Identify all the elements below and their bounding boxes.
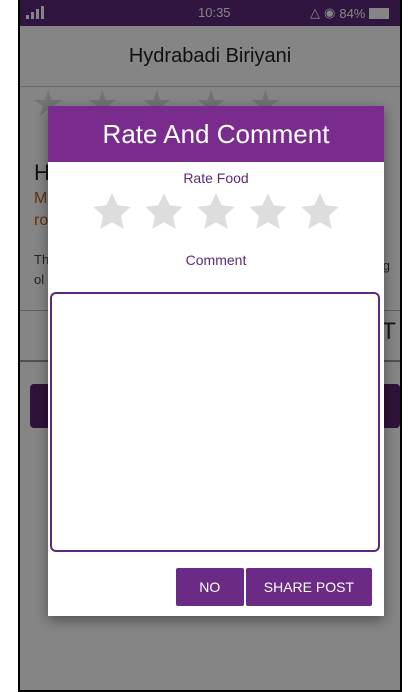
device-frame-right bbox=[400, 0, 408, 692]
phone-screen: 10:35 △ ◉ 84% Hydrabadi Biriyani ★ ★ ★ ★… bbox=[20, 0, 400, 690]
rate-comment-dialog: Rate And Comment Rate Food Comment NO SH… bbox=[48, 106, 384, 616]
comment-label: Comment bbox=[185, 252, 247, 268]
rating-star-3[interactable] bbox=[194, 190, 238, 234]
device-frame-left bbox=[0, 0, 20, 692]
no-button[interactable]: NO bbox=[175, 568, 244, 606]
rating-star-2[interactable] bbox=[142, 190, 186, 234]
share-post-button[interactable]: SHARE POST bbox=[245, 568, 372, 606]
dialog-actions: NO SHARE POST bbox=[175, 568, 372, 606]
rating-star-4[interactable] bbox=[246, 190, 290, 234]
rating-stars bbox=[48, 190, 384, 234]
rating-star-5[interactable] bbox=[298, 190, 342, 234]
comment-input[interactable] bbox=[50, 292, 380, 552]
rating-star-1[interactable] bbox=[90, 190, 134, 234]
dialog-title: Rate And Comment bbox=[48, 106, 384, 162]
rate-food-label: Rate Food bbox=[183, 170, 249, 186]
